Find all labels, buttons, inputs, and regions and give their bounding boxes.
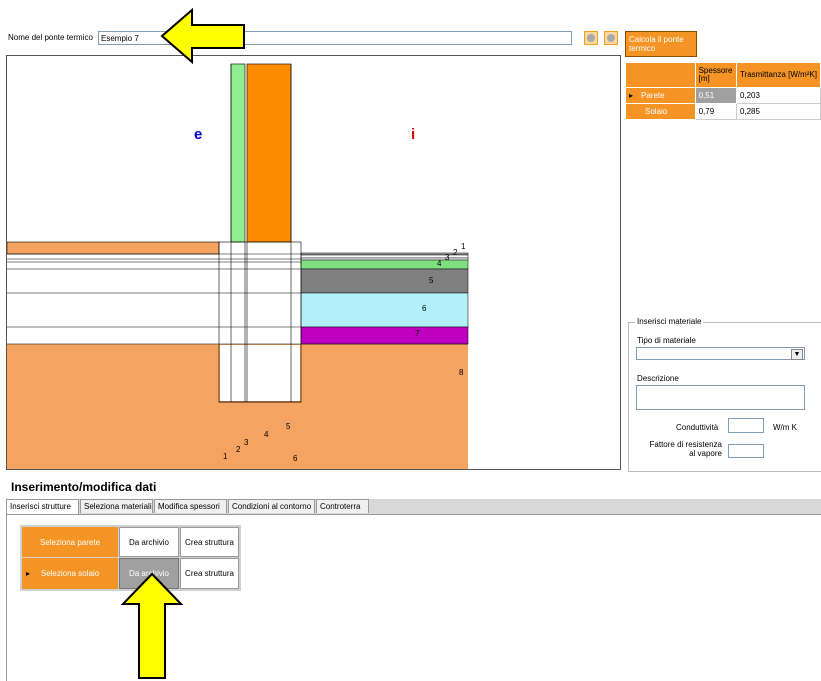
description-label: Descrizione: [637, 374, 679, 383]
thermal-bridge-drawing: [6, 63, 469, 469]
tab-condizioni-contorno[interactable]: Condizioni al contorno: [228, 499, 315, 513]
floor-layer-number: 3: [445, 253, 450, 262]
floor-layer-6: [300, 292, 469, 328]
floor-layer-7: [300, 326, 469, 345]
wall-layer-number: 5: [286, 422, 291, 431]
description-field[interactable]: [636, 385, 805, 410]
structures-table-panel: Spessore [m] Trasmittanza [W/m²K] ▸ Paret…: [626, 63, 821, 313]
bridge-name-label: Nome del ponte termico: [8, 33, 93, 42]
floor-create-structure-button[interactable]: Crea struttura: [180, 558, 239, 589]
thickness-cell[interactable]: 0,51: [695, 87, 737, 104]
material-group-title: Inserisci materiale: [635, 317, 704, 326]
row-header-corner: [626, 63, 696, 88]
wall-create-structure-button[interactable]: Crea struttura: [180, 527, 239, 557]
floor-layer-number: 2: [453, 248, 458, 257]
tab-modifica-spessori[interactable]: Modifica spessori: [154, 499, 227, 513]
floor-layer-4: [300, 259, 469, 270]
floor-layer-number: 5: [429, 276, 434, 285]
vapor-label-line1: Fattore di resistenza: [649, 440, 722, 449]
vapor-resistance-label: Fattore di resistenza al vapore: [648, 440, 722, 458]
floor-layer-number: 4: [437, 259, 442, 268]
select-floor-label[interactable]: ▸ Seleziona solaio: [22, 558, 118, 589]
exterior-label: e: [194, 126, 203, 143]
row-name-parete[interactable]: ▸ Parete: [626, 87, 696, 104]
vapor-resistance-field[interactable]: [728, 444, 764, 458]
material-type-label: Tipo di materiale: [637, 336, 696, 345]
row-name: Solaio: [645, 106, 668, 116]
transmittance-cell[interactable]: 0,285: [735, 102, 821, 120]
tab-controterra[interactable]: Controterra: [316, 499, 369, 513]
conductivity-label: Conduttività: [676, 423, 719, 432]
wall-layer-number: 2: [236, 445, 241, 454]
table-row[interactable]: Solaio 0,79 0,285: [626, 102, 821, 120]
tab-bar: Inserisci strutture Seleziona materiali …: [6, 499, 821, 514]
calculate-bridge-button[interactable]: Calcola il ponte termico: [625, 31, 697, 57]
wall-layer-number: 3: [244, 438, 249, 447]
tab-seleziona-materiali[interactable]: Seleziona materiali: [80, 499, 153, 513]
transmittance-cell[interactable]: 0,203: [735, 86, 821, 104]
remove-icon[interactable]: [604, 31, 618, 45]
floor-layer-number: 1: [461, 242, 466, 251]
wall-insulation: [230, 63, 246, 243]
add-icon[interactable]: [584, 31, 598, 45]
structures-table[interactable]: Spessore [m] Trasmittanza [W/m²K] ▸ Paret…: [626, 63, 821, 120]
wall-core: [246, 63, 292, 243]
wall-layer-number: 6: [293, 454, 298, 463]
exterior-slab-strip: [6, 241, 220, 255]
wall-from-archive-button[interactable]: Da archivio: [119, 527, 179, 557]
drawing-canvas[interactable]: e i 1 2 3 4 5 6 7 8 1 2 3 4 5 6: [6, 55, 621, 470]
material-type-select[interactable]: ▼: [636, 347, 805, 360]
row-name-solaio[interactable]: Solaio: [626, 103, 696, 120]
floor-layer-3: [300, 257, 469, 261]
annotation-arrow-up-icon: [120, 572, 184, 679]
interior-label: i: [411, 126, 416, 143]
foundation-inner-white: [220, 345, 300, 401]
floor-layer-number: 7: [415, 329, 420, 338]
floor-layer-number: 6: [422, 304, 427, 313]
chevron-down-icon[interactable]: ▼: [791, 349, 803, 360]
vapor-label-line2: al vapore: [689, 449, 722, 458]
thickness-cell[interactable]: 0,79: [694, 102, 737, 120]
row-selector-icon: ▸: [26, 569, 31, 578]
row-name: Parete: [641, 90, 665, 100]
conductivity-unit: W/m K: [773, 423, 797, 432]
floor-layer-2: [300, 254, 469, 259]
select-floor-text: Seleziona solaio: [40, 569, 100, 578]
wall-layer-number: 1: [223, 452, 228, 461]
conductivity-field[interactable]: [728, 418, 764, 433]
col-header-transmittance[interactable]: Trasmittanza [W/m²K]: [736, 63, 821, 88]
section-title: Inserimento/modifica dati: [11, 480, 157, 494]
wall-layer-number: 4: [264, 430, 269, 439]
col-header-thickness[interactable]: Spessore [m]: [695, 63, 737, 88]
floor-layer-number: 8: [459, 368, 464, 377]
tab-inserisci-strutture[interactable]: Inserisci strutture: [6, 499, 79, 514]
annotation-arrow-left-icon: [160, 8, 245, 64]
floor-layer-5: [300, 268, 469, 294]
row-selector-icon: ▸: [629, 90, 634, 100]
select-wall-label[interactable]: Seleziona parete: [22, 527, 118, 557]
table-row[interactable]: ▸ Parete 0,51 0,203: [626, 86, 821, 104]
